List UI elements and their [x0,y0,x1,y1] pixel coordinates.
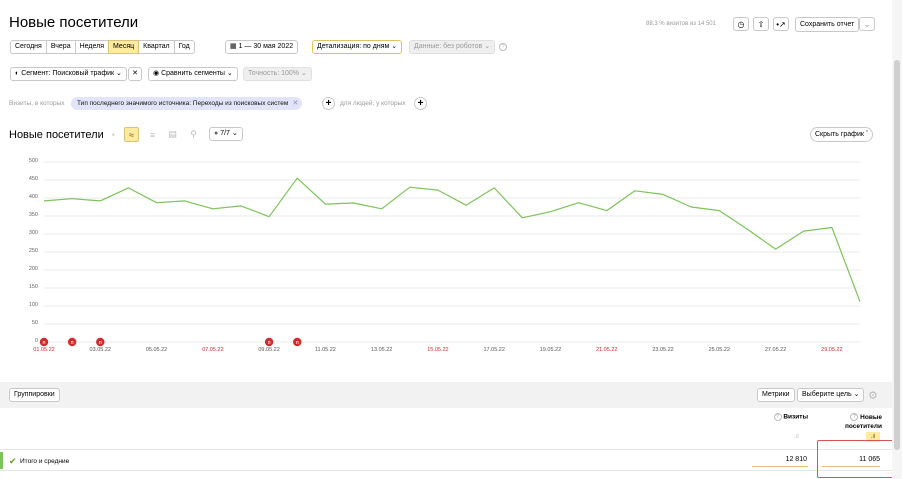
x-tick-label: 03.05.22 [89,347,111,353]
x-tick-label: 29.05.22 [821,347,843,353]
x-tick-label: 19.05.22 [539,347,562,353]
x-tick-label: 23.05.22 [652,347,674,353]
holiday-marker-label: п [71,340,74,346]
x-tick-label: 21.05.22 [596,347,618,353]
x-tick-label: 27.05.22 [764,347,787,353]
column-visits-label: Визиты [783,413,808,421]
chevron-down-icon: ⌄ [853,391,860,398]
x-tick-label: 15.05.22 [427,347,449,353]
scrollbar[interactable] [892,0,902,479]
x-tick-label: 25.05.22 [708,347,730,353]
x-tick-label: 11.05.22 [314,347,336,353]
total-row-label: Итого и средние [20,458,70,465]
column-chart-icon[interactable]: .ıl [794,434,799,440]
holiday-marker-label: п [268,340,271,346]
scrollbar-thumb[interactable] [894,60,900,450]
gear-icon[interactable]: ⚙ [868,389,878,402]
holiday-marker-label: п [296,340,299,346]
holiday-marker-label: п [99,340,102,346]
goal-dropdown[interactable]: Выберите цель ⌄ [797,388,865,402]
y-tick-label: 250 [28,248,38,254]
help-icon[interactable]: ? [773,413,782,421]
highlight-box [817,440,896,478]
total-visits: 12 810 [785,456,807,463]
x-tick-label: 17.05.22 [483,347,505,353]
row-marker [0,452,3,469]
visits-share-bar [752,466,808,467]
y-tick-label: 50 [31,320,38,326]
column-new-visitors[interactable]: ? Новые посетители [830,413,882,431]
y-tick-label: 200 [28,266,38,272]
help-icon[interactable]: ? [850,413,859,422]
checkmark-icon[interactable]: ✔ [9,456,17,467]
x-tick-label: 05.05.22 [145,347,168,353]
period-month[interactable]: Месяц [108,40,140,54]
y-tick-label: 100 [28,302,38,308]
series-line[interactable] [43,177,861,302]
y-tick-label: 0 [34,338,38,344]
x-tick-label: 13.05.22 [370,347,393,353]
x-tick-label: 01.05.22 [33,347,55,353]
x-tick-label: 07.05.22 [202,347,224,353]
y-tick-label: 400 [28,194,38,200]
y-tick-label: 450 [28,176,38,182]
groupings-button[interactable]: Группировки [9,388,60,402]
column-visits[interactable]: ? Визиты [752,413,808,421]
goal-label: Выберите цель [802,391,852,398]
table-divider [0,470,892,471]
y-tick-label: 300 [28,230,38,236]
y-tick-label: 150 [28,284,38,290]
table-divider [0,449,892,450]
y-tick-label: 350 [28,212,38,218]
metrics-button[interactable]: Метрики [757,388,795,402]
y-tick-label: 500 [28,158,38,164]
holiday-marker-label: п [43,340,46,346]
x-tick-label: 09.05.22 [258,347,280,353]
